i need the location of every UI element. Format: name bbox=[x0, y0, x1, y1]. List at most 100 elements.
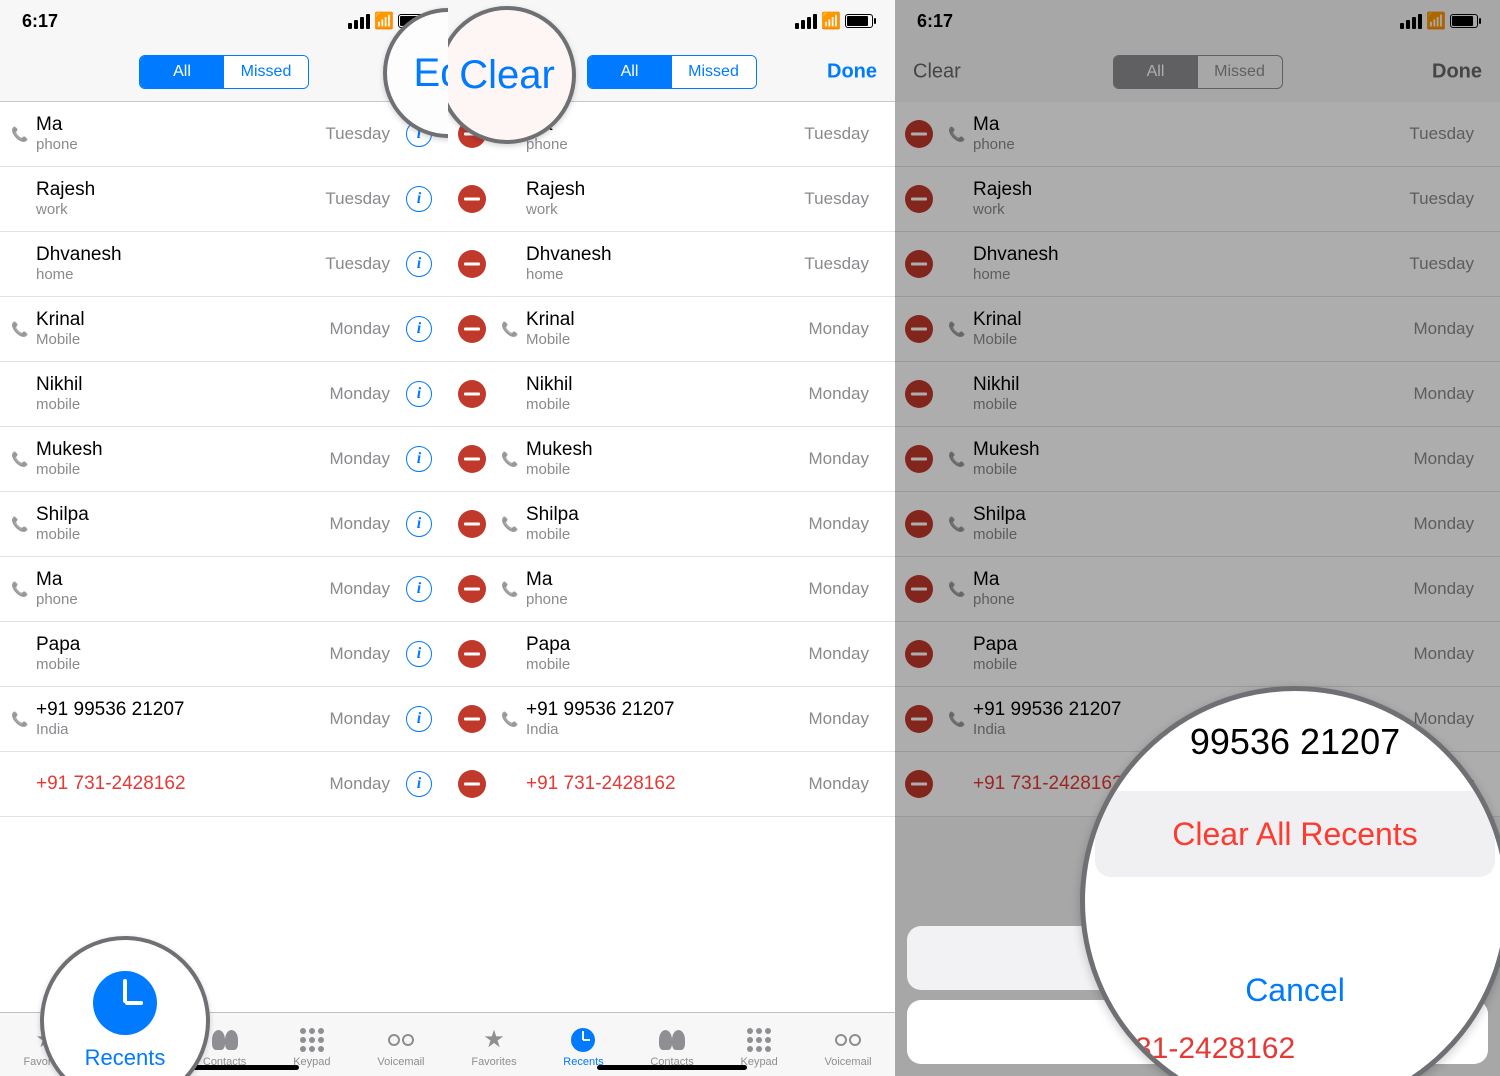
delete-icon[interactable] bbox=[458, 510, 486, 538]
outgoing-call-icon: 📞 bbox=[500, 451, 520, 468]
wifi-icon: 📶 bbox=[821, 11, 841, 31]
delete-icon[interactable] bbox=[458, 640, 486, 668]
delete-icon[interactable] bbox=[458, 575, 486, 603]
info-icon[interactable]: i bbox=[406, 381, 432, 407]
call-label: Mobile bbox=[36, 331, 314, 349]
segmented-control[interactable]: All Missed bbox=[139, 55, 309, 89]
call-name: Shilpa bbox=[36, 504, 314, 527]
delete-icon[interactable] bbox=[458, 250, 486, 278]
info-icon[interactable]: i bbox=[406, 511, 432, 537]
call-date: Monday bbox=[809, 514, 869, 534]
call-row[interactable]: NikhilmobileMonday bbox=[448, 362, 895, 427]
seg-all[interactable]: All bbox=[140, 56, 224, 88]
call-row[interactable]: 📞ShilpamobileMonday bbox=[448, 492, 895, 557]
tab-voicemail[interactable]: Voicemail bbox=[825, 1022, 872, 1068]
call-row[interactable]: 📞 +91 99536 21207India Monday bbox=[448, 687, 895, 752]
delete-icon[interactable] bbox=[458, 770, 486, 798]
call-label: India bbox=[526, 721, 793, 739]
call-name: Mukesh bbox=[36, 439, 314, 462]
call-row[interactable]: 📞MaphoneMondayi bbox=[0, 557, 448, 622]
recents-list[interactable]: 📞MaphoneTuesdayiRajeshworkTuesdayiDhvane… bbox=[0, 102, 448, 817]
tab-keypad[interactable]: Keypad bbox=[740, 1022, 777, 1068]
call-row[interactable]: 📞KrinalMobileMonday bbox=[448, 297, 895, 362]
call-date: Monday bbox=[809, 709, 869, 729]
call-date: Monday bbox=[809, 319, 869, 339]
callout-recents-label: Recents bbox=[85, 1045, 166, 1071]
contacts-icon bbox=[659, 1026, 685, 1054]
call-row[interactable]: 📞MukeshmobileMonday bbox=[448, 427, 895, 492]
call-date: Monday bbox=[809, 644, 869, 664]
call-row[interactable]: 📞MukeshmobileMondayi bbox=[0, 427, 448, 492]
call-name: Ma bbox=[36, 569, 314, 592]
voicemail-icon bbox=[388, 1026, 414, 1054]
call-label: mobile bbox=[526, 396, 793, 414]
seg-missed[interactable]: Missed bbox=[224, 56, 308, 88]
status-icons: 📶 bbox=[795, 11, 873, 31]
info-icon[interactable]: i bbox=[406, 641, 432, 667]
info-icon[interactable]: i bbox=[406, 706, 432, 732]
call-name: +91 99536 21207 bbox=[36, 699, 314, 722]
call-name: Shilpa bbox=[526, 504, 793, 527]
call-row[interactable]: RajeshworkTuesdayi bbox=[0, 167, 448, 232]
call-label: mobile bbox=[36, 461, 314, 479]
call-label: mobile bbox=[526, 461, 793, 479]
voicemail-icon bbox=[835, 1026, 861, 1054]
callout-partial-number: 99536 21207 bbox=[1190, 721, 1400, 763]
call-row[interactable]: +91 731-2428162Mondayi bbox=[0, 752, 448, 817]
delete-icon[interactable] bbox=[458, 315, 486, 343]
recents-list-edit[interactable]: 📞MaphoneTuesdayRajeshworkTuesdayDhvanesh… bbox=[448, 102, 895, 817]
info-icon[interactable]: i bbox=[406, 576, 432, 602]
segmented-control[interactable]: All Missed bbox=[587, 55, 757, 89]
call-row[interactable]: 📞MaphoneMonday bbox=[448, 557, 895, 622]
call-row[interactable]: PapamobileMondayi bbox=[0, 622, 448, 687]
delete-icon[interactable] bbox=[458, 380, 486, 408]
call-row[interactable]: PapamobileMonday bbox=[448, 622, 895, 687]
call-row[interactable]: DhvaneshhomeTuesdayi bbox=[0, 232, 448, 297]
info-icon[interactable]: i bbox=[406, 251, 432, 277]
tab-contacts[interactable]: Contacts bbox=[650, 1022, 693, 1068]
delete-icon[interactable] bbox=[458, 705, 486, 733]
outgoing-call-icon: 📞 bbox=[500, 711, 520, 728]
nav-header: All Missed Edit bbox=[0, 42, 448, 102]
call-row[interactable]: 📞KrinalMobileMondayi bbox=[0, 297, 448, 362]
call-name: Papa bbox=[36, 634, 314, 657]
call-name: Ma bbox=[526, 569, 793, 592]
call-row[interactable]: 📞MaphoneTuesdayi bbox=[0, 102, 448, 167]
call-label: work bbox=[526, 201, 788, 219]
seg-missed[interactable]: Missed bbox=[672, 56, 756, 88]
call-label: India bbox=[36, 721, 314, 739]
info-icon[interactable]: i bbox=[406, 446, 432, 472]
call-name: +91 99536 21207 bbox=[526, 699, 793, 722]
delete-icon[interactable] bbox=[458, 185, 486, 213]
contacts-icon bbox=[212, 1026, 238, 1054]
battery-icon bbox=[845, 14, 873, 28]
outgoing-call-icon: 📞 bbox=[500, 321, 520, 338]
call-date: Tuesday bbox=[804, 189, 869, 209]
star-icon: ★ bbox=[483, 1026, 505, 1054]
call-label: mobile bbox=[36, 656, 314, 674]
delete-icon[interactable] bbox=[458, 445, 486, 473]
call-label: mobile bbox=[36, 396, 314, 414]
callout-recents-tab: Recents bbox=[40, 936, 210, 1076]
tab-voicemail[interactable]: Voicemail bbox=[377, 1022, 424, 1068]
call-label: phone bbox=[36, 591, 314, 609]
call-date: Monday bbox=[330, 514, 390, 534]
call-row[interactable]: DhvaneshhomeTuesday bbox=[448, 232, 895, 297]
tab-favorites[interactable]: ★Favorites bbox=[471, 1022, 516, 1068]
info-icon[interactable]: i bbox=[406, 771, 432, 797]
call-row[interactable]: 📞ShilpamobileMondayi bbox=[0, 492, 448, 557]
home-indicator[interactable] bbox=[597, 1065, 747, 1070]
tab-recents[interactable]: Recents bbox=[563, 1022, 603, 1068]
done-button[interactable]: Done bbox=[809, 60, 895, 83]
call-row[interactable]: NikhilmobileMondayi bbox=[0, 362, 448, 427]
call-label: mobile bbox=[526, 526, 793, 544]
call-row[interactable]: 📞+91 99536 21207IndiaMondayi bbox=[0, 687, 448, 752]
call-date: Monday bbox=[330, 319, 390, 339]
info-icon[interactable]: i bbox=[406, 186, 432, 212]
call-date: Tuesday bbox=[804, 254, 869, 274]
seg-all[interactable]: All bbox=[588, 56, 672, 88]
call-row[interactable]: +91 731-2428162Monday bbox=[448, 752, 895, 817]
info-icon[interactable]: i bbox=[406, 316, 432, 342]
tab-keypad[interactable]: Keypad bbox=[293, 1022, 330, 1068]
call-row[interactable]: RajeshworkTuesday bbox=[448, 167, 895, 232]
